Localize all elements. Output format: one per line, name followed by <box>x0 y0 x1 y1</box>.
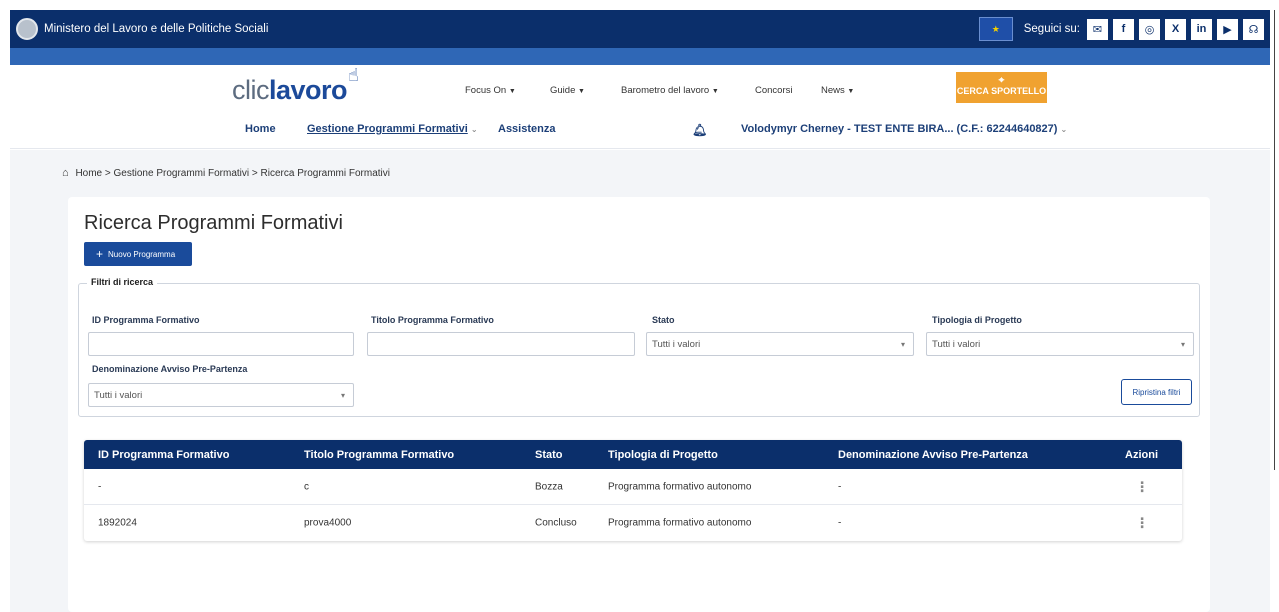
tipologia-filter-select[interactable]: Tutti i valori ▾ <box>926 332 1194 356</box>
chevron-down-icon: ▼ <box>847 88 855 95</box>
right-edge <box>1270 0 1279 612</box>
titolo-filter-input[interactable] <box>367 332 635 356</box>
youtube-icon[interactable]: ▶ <box>1217 18 1238 40</box>
avviso-filter-select[interactable]: Tutti i valori ▾ <box>88 383 354 407</box>
cell-titolo: prova4000 <box>304 517 352 529</box>
cell-id: - <box>98 481 102 492</box>
page-title: Ricerca Programmi Formativi <box>84 212 343 234</box>
search-card: Ricerca Programmi Formativi + Nuovo Prog… <box>68 197 1210 612</box>
breadcrumb-separator: > <box>104 168 111 179</box>
results-table: ID Programma Formativo Titolo Programma … <box>84 440 1182 541</box>
rss-icon[interactable]: ☊ <box>1243 18 1264 40</box>
site-header: cliclavoro ☝ Focus On ▼ Guide ▼ Barometr… <box>10 65 1270 149</box>
chevron-down-icon: ▾ <box>1180 339 1185 349</box>
nav-barometro[interactable]: Barometro del lavoro ▼ <box>621 85 719 96</box>
follow-label: Seguici su: <box>1023 23 1080 35</box>
id-filter-label: ID Programma Formativo <box>92 315 200 325</box>
cerca-sportello-label: CERCA SPORTELLO <box>956 86 1047 96</box>
new-program-label: Nuovo Programma <box>108 249 176 259</box>
chevron-down-icon: ▼ <box>508 88 516 95</box>
cell-avviso: - <box>838 517 842 529</box>
avviso-filter-value: Tutti i valori <box>94 389 143 401</box>
chevron-down-icon: ▾ <box>900 339 905 349</box>
eu-flag-icon: ★ <box>978 17 1013 41</box>
ministry-title[interactable]: Ministero del Lavoro e delle Politiche S… <box>44 23 268 35</box>
stato-filter-value: Tutti i valori <box>652 338 701 350</box>
instagram-icon[interactable]: ◎ <box>1139 18 1160 40</box>
chevron-down-icon: ▼ <box>711 88 719 95</box>
x-icon[interactable]: X <box>1165 18 1186 40</box>
cell-avviso: - <box>838 481 842 492</box>
home-icon[interactable]: ⌂ <box>62 167 69 179</box>
logo-lavoro-text: lavoro <box>269 75 348 105</box>
bell-icon[interactable]: 🔔︎ <box>692 123 707 137</box>
government-bar: Ministero del Lavoro e delle Politiche S… <box>10 10 1270 48</box>
avviso-filter-label: Denominazione Avviso Pre-Partenza <box>92 364 248 374</box>
breadcrumb-separator: > <box>251 168 258 179</box>
stato-filter-label: Stato <box>652 315 675 325</box>
col-stato[interactable]: Stato <box>535 449 563 461</box>
cell-titolo: c <box>304 481 309 492</box>
chevron-down-icon: ▾ <box>340 390 345 400</box>
nav-guide[interactable]: Guide ▼ <box>550 85 585 96</box>
tipologia-filter-label: Tipologia di Progetto <box>932 315 1022 325</box>
nav-gestione[interactable]: Gestione Programmi Formativi ⌄ <box>307 123 478 135</box>
col-azioni: Azioni <box>1125 448 1158 461</box>
chevron-down-icon: ▼ <box>578 88 585 95</box>
cell-stato: Concluso <box>535 517 577 529</box>
chevron-down-icon: ⌄ <box>1060 125 1068 134</box>
click-hand-icon: ☝ <box>348 65 359 85</box>
user-menu[interactable]: Volodymyr Cherney - TEST ENTE BIRA... (C… <box>741 123 1067 135</box>
linkedin-icon[interactable]: in <box>1191 18 1212 40</box>
facebook-icon[interactable]: f <box>1113 18 1134 40</box>
edge-line <box>1274 10 1275 470</box>
col-titolo[interactable]: Titolo Programma Formativo <box>304 449 454 461</box>
breadcrumb-current: Ricerca Programmi Formativi <box>260 168 390 179</box>
table-header: ID Programma Formativo Titolo Programma … <box>84 440 1182 469</box>
accent-strip <box>10 48 1270 65</box>
row-actions-kebab-icon[interactable]: ⋮ <box>1135 515 1149 532</box>
tipologia-filter-value: Tutti i valori <box>932 338 981 350</box>
nav-assistenza[interactable]: Assistenza <box>498 123 555 135</box>
titolo-filter-label: Titolo Programma Formativo <box>371 315 494 325</box>
id-filter-input[interactable] <box>88 332 354 356</box>
filters-legend: Filtri di ricerca <box>87 277 158 287</box>
email-icon[interactable]: ✉ <box>1087 18 1108 40</box>
nav-concorsi[interactable]: Concorsi <box>755 85 793 96</box>
nav-news[interactable]: News ▼ <box>821 85 854 96</box>
breadcrumb-home[interactable]: Home <box>75 168 102 179</box>
chevron-down-icon: ⌄ <box>470 125 478 134</box>
breadcrumb-gestione[interactable]: Gestione Programmi Formativi <box>114 168 250 179</box>
cerca-sportello-button[interactable]: ⌖ CERCA SPORTELLO <box>956 72 1047 103</box>
nav-guide-label: Guide <box>550 85 576 96</box>
row-actions-kebab-icon[interactable]: ⋮ <box>1135 478 1149 495</box>
stato-filter-select[interactable]: Tutti i valori ▾ <box>646 332 914 356</box>
social-links: ★ Seguici su: ✉ f ◎ X in ▶ ☊ <box>978 17 1264 41</box>
nav-focus-on-label: Focus On <box>465 85 507 96</box>
nav-gestione-label: Gestione Programmi Formativi <box>307 123 468 135</box>
nav-barometro-label: Barometro del lavoro <box>621 85 710 96</box>
logo-clic-text: clic <box>232 75 270 105</box>
table-row: 1892024 prova4000 Concluso Programma for… <box>84 505 1182 541</box>
nav-home[interactable]: Home <box>245 123 276 135</box>
cliclavoro-logo[interactable]: cliclavoro <box>232 75 348 106</box>
location-pin-icon: ⌖ <box>998 75 1005 86</box>
cell-stato: Bozza <box>535 481 563 492</box>
breadcrumb: ⌂ Home > Gestione Programmi Formativi > … <box>62 167 390 179</box>
cell-id: 1892024 <box>98 517 137 529</box>
plus-icon: + <box>96 247 104 261</box>
user-label: Volodymyr Cherney - TEST ENTE BIRA... (C… <box>741 123 1058 135</box>
nav-focus-on[interactable]: Focus On ▼ <box>465 85 516 96</box>
ministry-emblem-icon <box>16 18 38 40</box>
col-tipologia[interactable]: Tipologia di Progetto <box>608 449 718 461</box>
cell-tipologia: Programma formativo autonomo <box>608 517 752 529</box>
cell-tipologia: Programma formativo autonomo <box>608 481 752 492</box>
col-id[interactable]: ID Programma Formativo <box>98 449 229 461</box>
col-avviso[interactable]: Denominazione Avviso Pre-Partenza <box>838 449 1028 461</box>
table-row: - c Bozza Programma formativo autonomo -… <box>84 469 1182 505</box>
reset-filters-button[interactable]: Ripristina filtri <box>1121 379 1192 405</box>
nav-news-label: News <box>821 85 845 96</box>
new-program-button[interactable]: + Nuovo Programma <box>84 242 192 266</box>
